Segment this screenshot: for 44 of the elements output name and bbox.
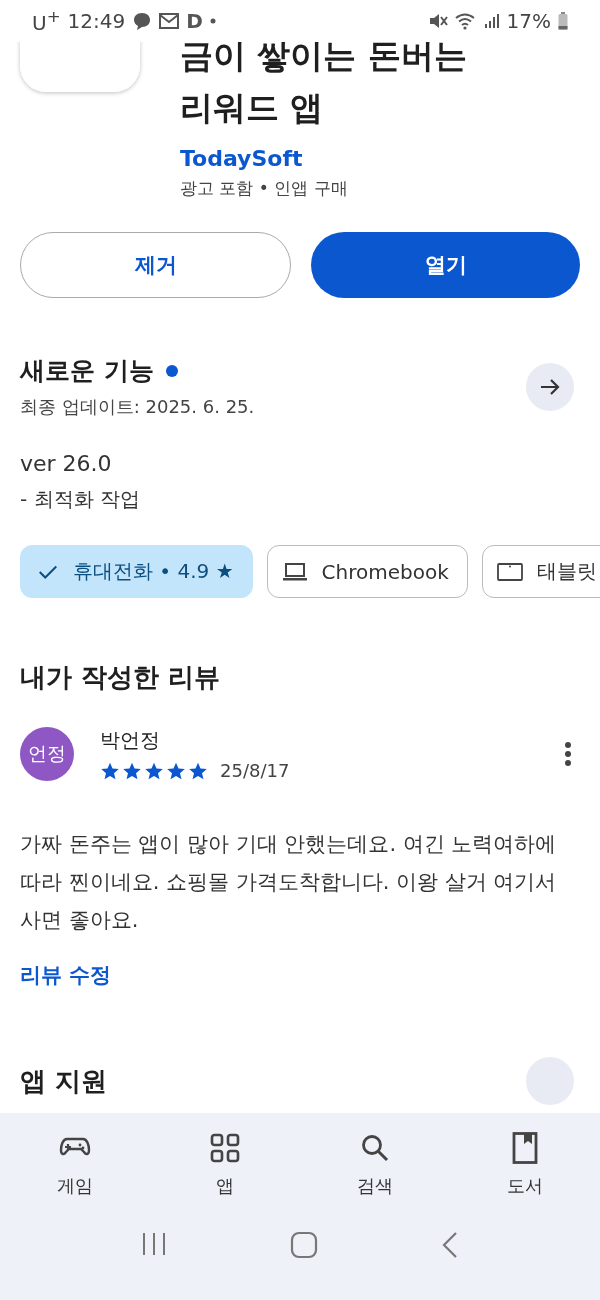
recents-icon bbox=[141, 1231, 168, 1257]
battery-percent: 17% bbox=[506, 9, 551, 33]
home-icon bbox=[290, 1231, 318, 1259]
laptop-icon bbox=[281, 560, 308, 583]
app-title: 금이 쌓이는 돈버는 리워드 앱 bbox=[180, 35, 468, 129]
nav-tab[interactable]: 앱 bbox=[170, 1129, 280, 1199]
chat-bubble-icon bbox=[132, 11, 153, 31]
edit-review-link[interactable]: 리뷰 수정 bbox=[20, 961, 112, 989]
mail-icon bbox=[159, 13, 180, 29]
app-letter: D bbox=[186, 9, 203, 33]
update-date: 최종 업데이트: 2025. 6. 25. bbox=[20, 395, 255, 419]
search-icon bbox=[359, 1132, 391, 1164]
wifi-icon bbox=[454, 12, 477, 30]
reviewer-name: 박언정 bbox=[100, 727, 161, 754]
developer-link[interactable]: TodaySoft bbox=[180, 146, 510, 171]
uninstall-button[interactable]: 제거 bbox=[20, 232, 291, 298]
review-date: 25/8/17 bbox=[220, 760, 290, 781]
device-chip[interactable]: 휴대전화 • 4.9 ★ bbox=[20, 545, 253, 598]
mute-icon bbox=[427, 12, 448, 30]
nav-tab[interactable]: 게임 bbox=[20, 1129, 130, 1199]
clock-text: 12:49 bbox=[67, 9, 126, 33]
back-icon bbox=[440, 1231, 459, 1259]
review-text: 가짜 돈주는 앱이 많아 기대 안했는데요. 여긴 노력여하에 따라 찐이네요. 쇼핑몰 가격도착합니다. 이왕 살거 여기서 사면 좋아요. bbox=[20, 831, 558, 934]
section-title: 내가 작성한 리뷰 bbox=[20, 661, 222, 694]
avatar: 언정 bbox=[20, 727, 74, 781]
open-button[interactable]: 열기 bbox=[311, 232, 580, 298]
signal-icon bbox=[483, 13, 500, 29]
release-notes: - 최적화 작업 bbox=[20, 486, 141, 513]
nav-tab[interactable]: 도서 bbox=[470, 1129, 580, 1199]
section-title: 앱 지원 bbox=[20, 1064, 108, 1098]
grid-icon bbox=[209, 1132, 241, 1164]
arrow-button[interactable] bbox=[526, 362, 574, 411]
carrier-text: U$^{+}$ bbox=[32, 7, 61, 35]
new-dot bbox=[165, 364, 178, 377]
battery-icon bbox=[558, 12, 568, 30]
app-notes: 광고 포함 • 인앱 구매 bbox=[180, 177, 349, 200]
dot-icon bbox=[209, 18, 216, 24]
dots-icon bbox=[564, 741, 572, 767]
tablet-icon bbox=[496, 561, 523, 582]
device-chip[interactable]: Chromebook bbox=[266, 545, 468, 598]
nav-tab[interactable]: 검색 bbox=[320, 1129, 430, 1199]
section-title: 새로운 기능 bbox=[20, 355, 154, 387]
version-text: ver 26.0 bbox=[20, 451, 113, 476]
device-chip[interactable]: 태블릿 bbox=[481, 545, 600, 598]
